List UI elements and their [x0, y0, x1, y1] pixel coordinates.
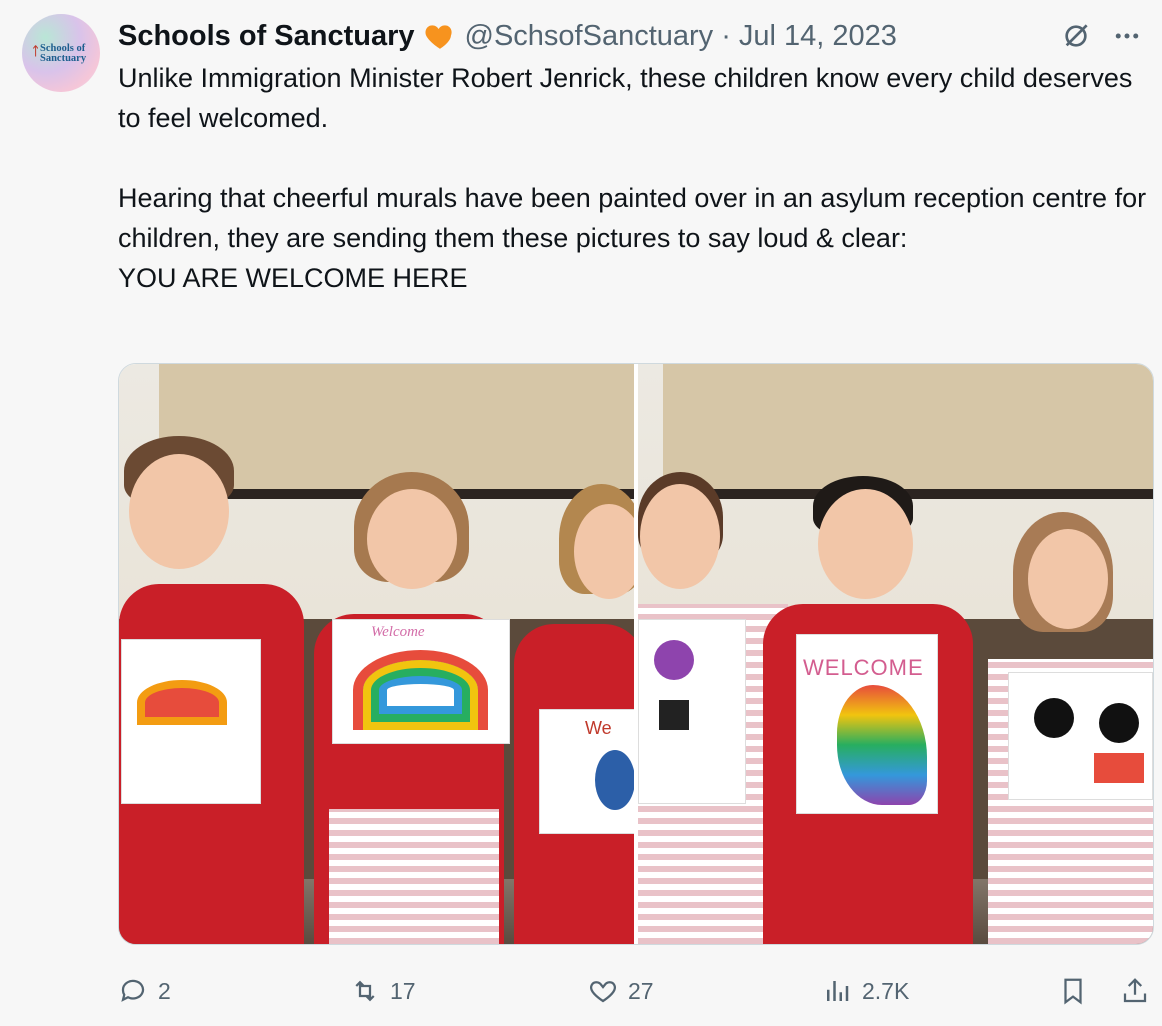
tweet-paragraph-3: YOU ARE WELCOME HERE	[118, 263, 468, 293]
bookmark-button[interactable]	[1058, 976, 1088, 1006]
drawing-2b-label: WELCOME	[803, 655, 924, 680]
photo-1[interactable]: Welcome We	[119, 364, 634, 944]
media-grid: Welcome We WELCOME	[118, 363, 1154, 945]
share-icon	[1123, 978, 1147, 1003]
like-count: 27	[628, 977, 654, 1004]
reply-button[interactable]: 2	[118, 976, 171, 1006]
drawing-1c-label: We	[585, 718, 612, 738]
drawing-1b: Welcome	[332, 619, 510, 744]
bookmark-icon	[1064, 978, 1082, 1005]
views-count: 2.7K	[862, 977, 910, 1004]
like-icon	[590, 981, 616, 1003]
repost-button[interactable]: 17	[350, 976, 416, 1006]
tweet-header: Schools of Sanctuary @SchsofSanctuary · …	[118, 16, 1142, 56]
repost-count: 17	[390, 977, 416, 1004]
avatar-logo-text: Schools of Sanctuary	[40, 43, 87, 64]
drawing-1c: We	[539, 709, 634, 834]
avatar[interactable]: ᛏ Schools of Sanctuary	[22, 14, 100, 92]
drawing-1a	[121, 639, 261, 804]
repost-icon	[355, 980, 375, 1002]
avatar-logo-mark: ᛏ	[32, 44, 40, 58]
grok-icon[interactable]	[1060, 20, 1092, 52]
tweet-paragraph-1: Unlike Immigration Minister Robert Jenri…	[118, 63, 1140, 133]
reply-count: 2	[158, 977, 171, 1004]
views-icon	[827, 981, 849, 1001]
reply-icon	[121, 979, 145, 1002]
tweet-text: Unlike Immigration Minister Robert Jenri…	[118, 58, 1158, 298]
tweet-paragraph-2: Hearing that cheerful murals have been p…	[118, 183, 1154, 253]
action-bar: 2 17 27 2.7K	[118, 970, 1158, 1014]
author-name[interactable]: Schools of Sanctuary	[118, 20, 415, 53]
drawing-2c	[1008, 672, 1153, 800]
share-button[interactable]	[1120, 976, 1150, 1006]
author-handle[interactable]: @SchsofSanctuary	[465, 20, 714, 53]
drawing-2a	[638, 619, 746, 804]
more-icon[interactable]	[1112, 21, 1142, 51]
drawing-1b-label: Welcome	[371, 624, 425, 640]
tweet-date[interactable]: Jul 14, 2023	[739, 20, 897, 53]
views-button[interactable]: 2.7K	[822, 976, 909, 1006]
drawing-2b: WELCOME	[796, 634, 938, 814]
verified-badge-icon[interactable]	[423, 19, 457, 53]
photo-2[interactable]: WELCOME	[638, 364, 1153, 944]
separator-dot: ·	[721, 19, 731, 52]
like-button[interactable]: 27	[588, 976, 654, 1006]
